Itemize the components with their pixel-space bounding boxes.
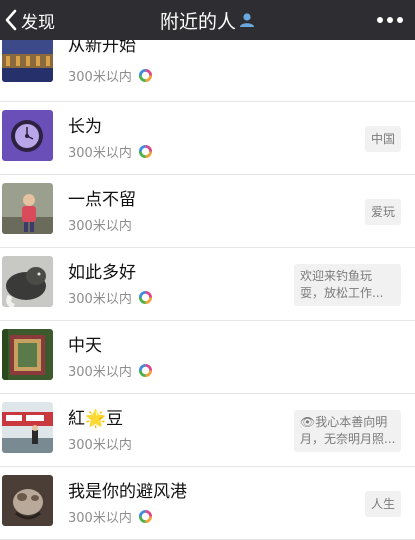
distance-text: 300米以内 (68, 511, 132, 526)
distance-text: 300米以内 (68, 365, 132, 380)
more-dot-icon (377, 17, 383, 23)
distance: 300米以内 (68, 288, 153, 307)
user-name: 我是你的避风港 (68, 482, 187, 502)
distance: 300米以内 (68, 215, 132, 234)
signature-line: 欢迎来钓鱼玩 (300, 269, 373, 283)
distance: 300米以内 (68, 142, 153, 161)
signature: 爱玩 (364, 199, 401, 225)
more-button[interactable] (377, 0, 403, 40)
user-name: 如此多好 (68, 263, 136, 283)
user-name: 紅🌟豆 (68, 404, 123, 429)
signature: 👁我心本善向明 月，无奈明月照... (294, 410, 401, 452)
distance-text: 300米以内 (68, 438, 132, 453)
star-emoji-icon: 🌟 (85, 409, 107, 429)
avatar (2, 36, 53, 82)
moments-ring-icon (138, 363, 152, 378)
avatar (2, 256, 53, 307)
signature: 人生 (364, 491, 401, 517)
signature-line: 月，无奈明月照... (300, 432, 395, 446)
signature: 欢迎来钓鱼玩 耍，放松工作... (294, 264, 401, 306)
distance: 300米以内 (68, 507, 153, 526)
moments-ring-icon (138, 509, 152, 524)
moments-ring-icon (138, 144, 152, 159)
user-name: 一点不留 (68, 190, 136, 210)
avatar (2, 183, 53, 234)
user-name-prefix: 紅 (68, 409, 85, 429)
list-item[interactable]: 一点不留 300米以内 爱玩 (0, 175, 415, 248)
list-item[interactable]: 中天 300米以内 (0, 321, 415, 394)
person-icon (240, 13, 254, 27)
distance-text: 300米以内 (68, 146, 132, 161)
moments-ring-icon (138, 290, 152, 305)
distance-text: 300米以内 (68, 292, 132, 307)
avatar (2, 329, 53, 380)
page-title: 附近的人 (159, 10, 236, 33)
list-item[interactable]: 紅🌟豆 300米以内 👁我心本善向明 月，无奈明月照... (0, 394, 415, 467)
nav-bar: 发现 附近的人 (0, 0, 415, 40)
moments-ring-icon (138, 68, 152, 83)
more-dot-icon (397, 17, 403, 23)
avatar (2, 402, 53, 453)
signature: 中国 (364, 126, 401, 152)
distance-text: 300米以内 (68, 219, 132, 234)
distance: 300米以内 (68, 434, 132, 453)
avatar (2, 475, 53, 526)
list-item[interactable]: 如此多好 300米以内 欢迎来钓鱼玩 耍，放松工作... (0, 248, 415, 321)
list-item[interactable]: 长为 300米以内 中国 (0, 102, 415, 175)
distance: 300米以内 (68, 361, 153, 380)
nearby-people-list: 从新开始 300米以内 长为 300米以内 中国 一点不留 300米以内 爱玩 … (0, 36, 415, 540)
signature-line: 耍，放松工作... (300, 286, 384, 300)
list-item[interactable]: 我是你的避风港 300米以内 人生 (0, 467, 415, 540)
page-title-wrap: 附近的人 (0, 0, 415, 40)
list-item[interactable]: 从新开始 300米以内 (0, 36, 415, 102)
more-dot-icon (387, 17, 393, 23)
user-name: 中天 (68, 336, 102, 356)
avatar (2, 110, 53, 161)
distance-text: 300米以内 (68, 70, 132, 85)
user-name: 长为 (68, 117, 102, 137)
signature-line: 👁我心本善向明 (300, 415, 388, 429)
distance: 300米以内 (68, 66, 153, 85)
user-name-suffix: 豆 (106, 409, 124, 429)
